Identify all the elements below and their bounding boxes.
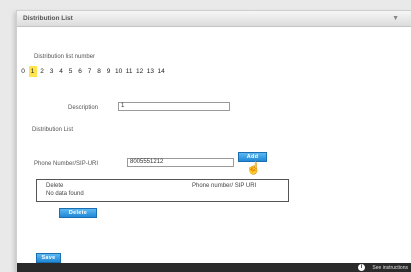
list-number-0[interactable]: 0 [19, 66, 27, 77]
see-instructions-link[interactable]: See instructions [372, 265, 408, 271]
list-number-3[interactable]: 3 [48, 66, 56, 77]
phone-number-label: Phone Number/SIP-URI [34, 161, 99, 167]
list-number-9[interactable]: 9 [105, 66, 113, 77]
list-number-12[interactable]: 12 [135, 66, 144, 77]
panel-title: Distribution List [23, 15, 73, 22]
list-number-5[interactable]: 5 [67, 66, 75, 77]
distribution-list-label: Distribution List [32, 127, 74, 133]
list-number-14[interactable]: 14 [156, 66, 165, 77]
info-icon[interactable]: i [358, 264, 365, 271]
column-header-phone: Phone number/ SIP URI [192, 183, 257, 189]
column-header-delete: Delete [46, 183, 64, 189]
empty-table-message: No data found [46, 191, 84, 197]
list-number-8[interactable]: 8 [95, 66, 103, 77]
list-number-13[interactable]: 13 [146, 66, 155, 77]
list-number-4[interactable]: 4 [57, 66, 65, 77]
list-number-10[interactable]: 10 [114, 66, 123, 77]
description-label: Description [68, 105, 99, 111]
list-number-1[interactable]: 1 [28, 66, 37, 77]
description-input[interactable]: 1 [118, 102, 230, 111]
hand-cursor-icon: ☝ [246, 161, 261, 175]
list-number-7[interactable]: 7 [86, 66, 94, 77]
footer-bar: i See instructions [17, 263, 411, 272]
phone-number-input[interactable]: 8005551212 [127, 158, 234, 167]
list-number-6[interactable]: 6 [76, 66, 84, 77]
list-number-2[interactable]: 2 [38, 66, 46, 77]
save-button[interactable]: Save [36, 253, 61, 263]
title-bar: Distribution List ▼ [17, 11, 411, 27]
filter-icon[interactable]: ▼ [392, 15, 399, 22]
distribution-list-panel: Distribution List ▼ Distribution list nu… [16, 10, 411, 272]
list-number-label: Distribution list number [34, 54, 96, 60]
list-number-11[interactable]: 11 [125, 66, 134, 77]
list-number-selector: 0 1 2 3 4 5 6 7 8 9 10 11 12 13 14 [19, 66, 167, 77]
delete-button[interactable]: Delete [59, 208, 97, 218]
distribution-list-table: Delete Phone number/ SIP URI No data fou… [36, 179, 289, 202]
